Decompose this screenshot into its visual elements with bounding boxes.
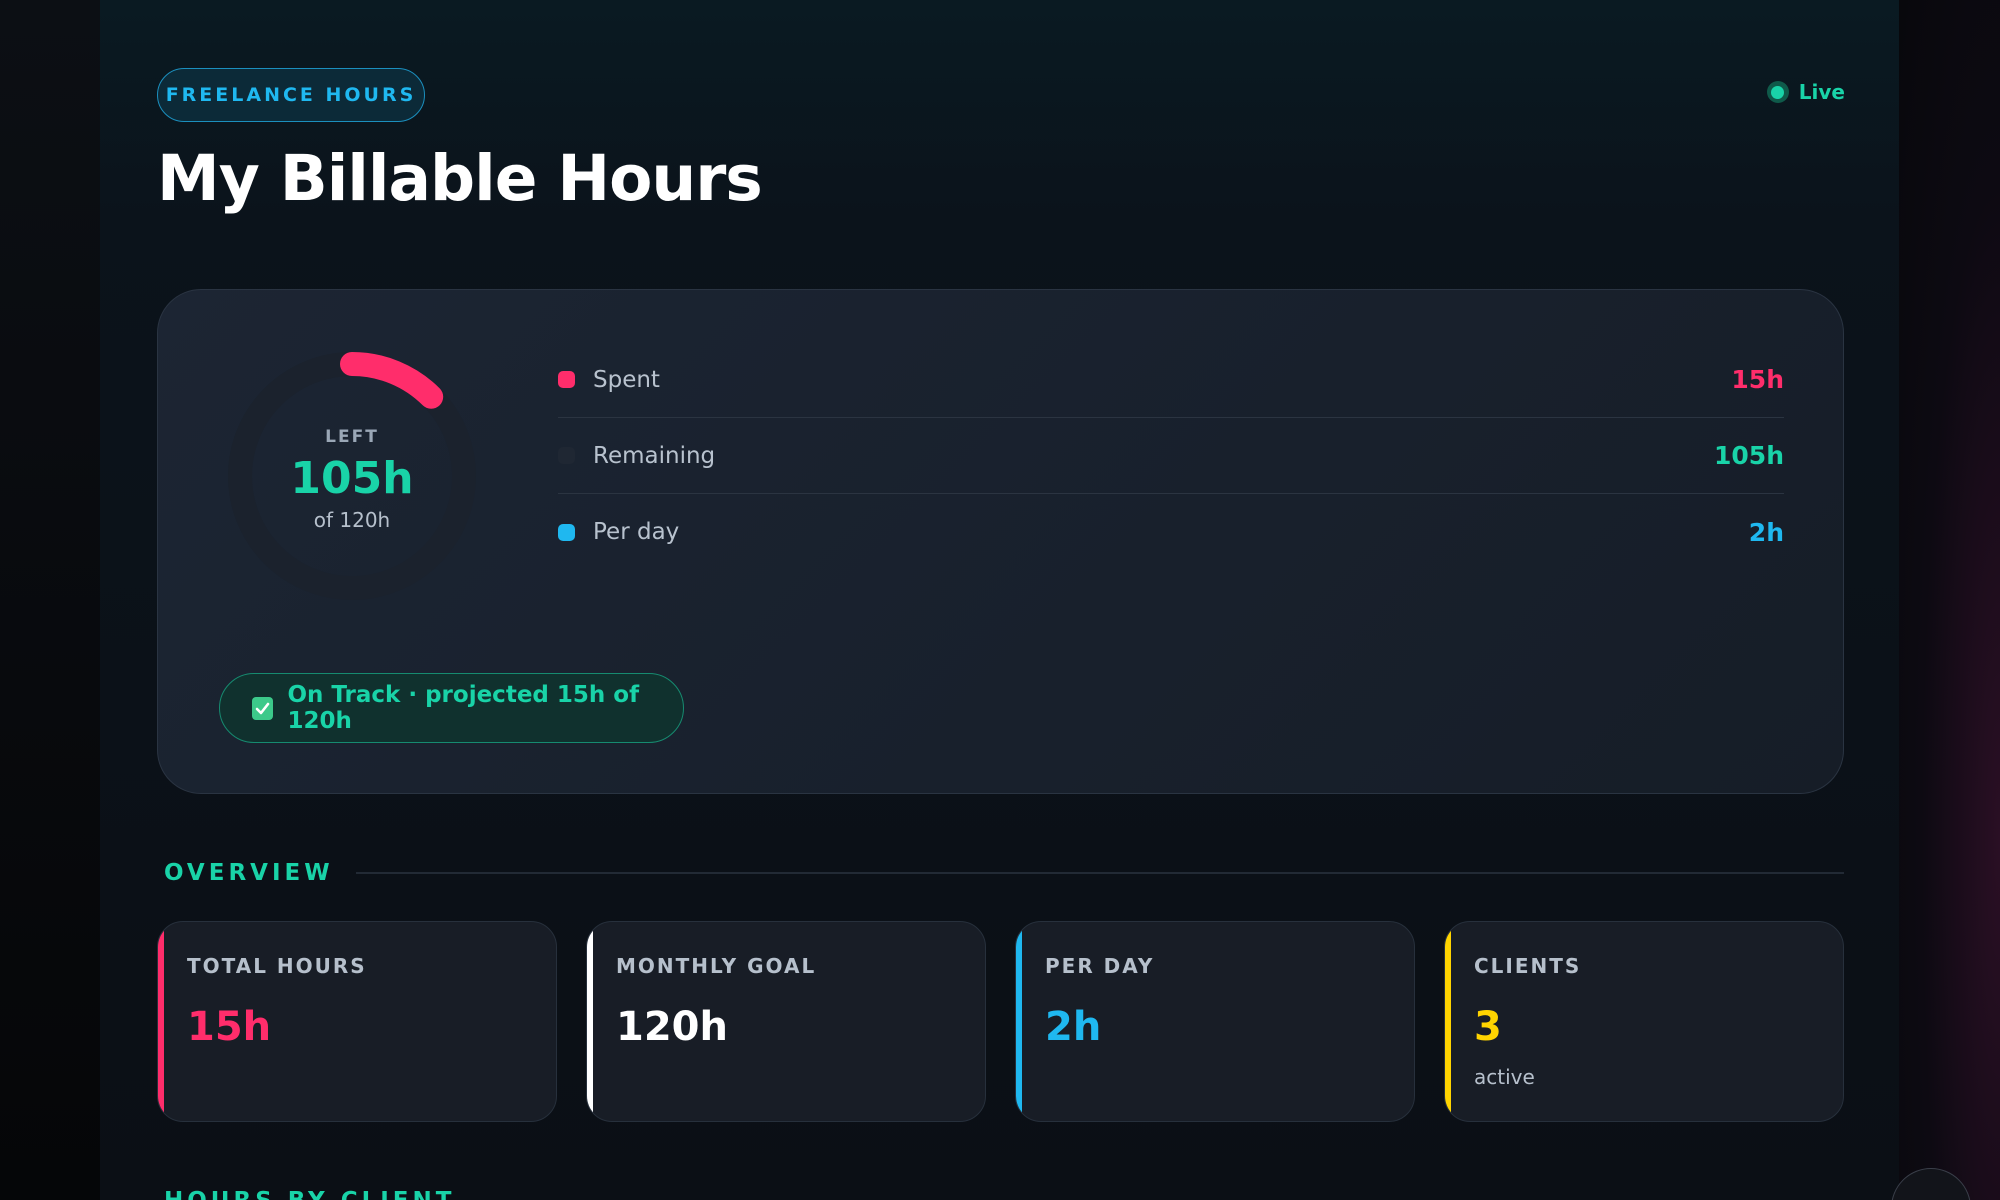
legend-label: Per day <box>593 519 680 545</box>
live-dot-icon <box>1766 81 1789 103</box>
legend-value: 15h <box>1731 365 1784 394</box>
remaining-swatch-icon <box>558 447 575 464</box>
stat-card-monthly-goal: MONTHLY GOAL 120h <box>586 921 986 1122</box>
legend-row-per-day: Per day 2h <box>558 494 1784 570</box>
legend-row-remaining: Remaining 105h <box>558 418 1784 494</box>
live-indicator: Live <box>1766 80 1845 104</box>
hours-summary-card: LEFT 105h of 120h Spent 15h Remaining 10… <box>157 289 1844 794</box>
stat-value: 2h <box>1045 1004 1102 1050</box>
hours-legend: Spent 15h Remaining 105h Per day 2h <box>558 342 1784 570</box>
legend-label: Remaining <box>593 442 716 469</box>
accent-bar <box>587 922 593 1121</box>
stat-card-per-day: PER DAY 2h <box>1015 921 1415 1122</box>
legend-value: 2h <box>1748 517 1784 547</box>
legend-label: Spent <box>593 366 660 393</box>
legend-value: 105h <box>1714 441 1784 470</box>
section-title: HOURS BY CLIENT <box>164 1188 455 1200</box>
stat-value: 15h <box>187 1004 272 1050</box>
ring-center: LEFT 105h of 120h <box>225 349 479 603</box>
hours-by-client-section-header: HOURS BY CLIENT <box>164 1188 1844 1200</box>
stat-label: CLIENTS <box>1474 954 1582 978</box>
app-panel: FREELANCE HOURS Live My Billable Hours L… <box>100 0 1899 1200</box>
section-divider <box>355 872 1844 874</box>
accent-bar <box>158 922 164 1121</box>
category-tag: FREELANCE HOURS <box>157 68 425 122</box>
status-badge: On Track · projected 15h of 120h <box>219 673 684 743</box>
live-label: Live <box>1798 80 1845 104</box>
accent-bar <box>1445 922 1451 1121</box>
accent-bar <box>1016 922 1022 1121</box>
stat-value: 3 <box>1474 1004 1502 1050</box>
stat-label: TOTAL HOURS <box>187 954 367 978</box>
overview-section-header: OVERVIEW <box>164 860 1844 886</box>
spent-swatch-icon <box>558 371 575 388</box>
stat-value: 120h <box>616 1004 728 1050</box>
stat-subtext: active <box>1474 1065 1535 1089</box>
checkmark-icon <box>252 696 274 720</box>
stat-label: MONTHLY GOAL <box>616 954 817 978</box>
per-day-swatch-icon <box>558 523 575 541</box>
page-title: My Billable Hours <box>157 142 763 215</box>
section-title: OVERVIEW <box>164 860 334 886</box>
ring-label: LEFT <box>325 426 379 447</box>
stat-card-total-hours: TOTAL HOURS 15h <box>157 921 557 1122</box>
stat-label: PER DAY <box>1045 954 1155 978</box>
legend-row-spent: Spent 15h <box>558 342 1784 418</box>
background-left <box>0 0 100 1200</box>
stat-card-clients: CLIENTS 3 active <box>1444 921 1844 1122</box>
background-right <box>1899 0 2000 1200</box>
ring-value: 105h <box>290 452 414 504</box>
status-text: On Track · projected 15h of 120h <box>287 682 640 734</box>
ring-total: of 120h <box>313 507 391 532</box>
